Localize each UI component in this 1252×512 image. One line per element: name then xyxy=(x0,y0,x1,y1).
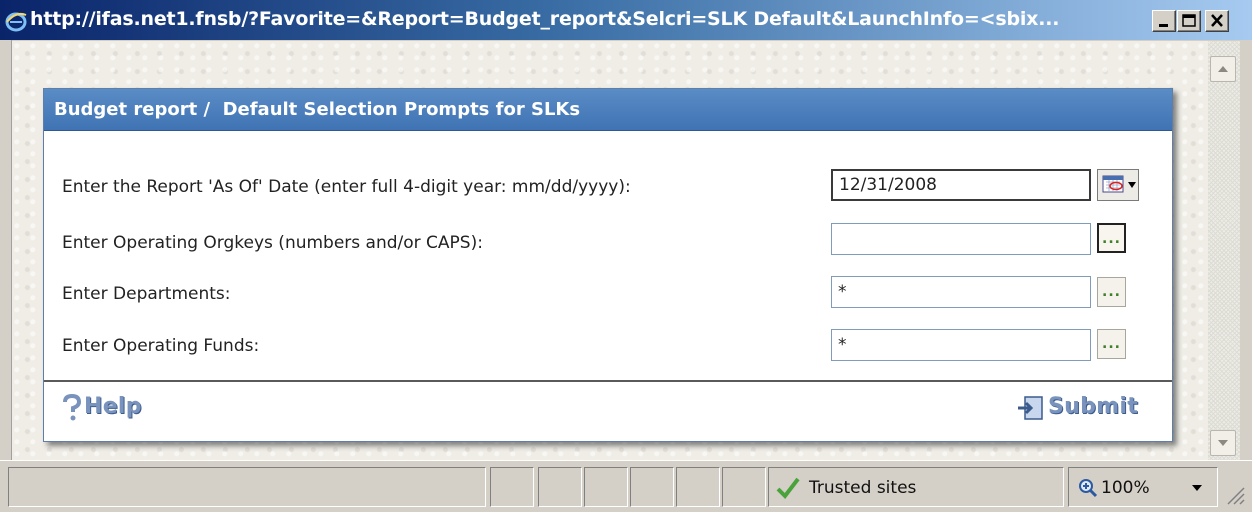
departments-lookup-button[interactable]: ... xyxy=(1097,277,1126,307)
close-icon xyxy=(1211,14,1223,27)
close-button[interactable] xyxy=(1205,10,1229,32)
status-pane xyxy=(630,467,674,507)
lookup-button-label: ... xyxy=(1102,231,1121,247)
window-frame-right xyxy=(1240,40,1252,460)
as-of-date-input[interactable] xyxy=(831,169,1091,201)
submit-label: Submit xyxy=(1048,394,1139,419)
selection-prompts-dialog: Budget report / Default Selection Prompt… xyxy=(43,88,1173,442)
scroll-up-button[interactable] xyxy=(1210,56,1236,82)
vertical-scrollbar[interactable] xyxy=(1208,41,1240,460)
title-bar: http://ifas.net1.fnsb/?Favorite=&Report=… xyxy=(0,0,1252,40)
funds-label: Enter Operating Funds: xyxy=(62,336,260,356)
status-pane xyxy=(490,467,534,507)
status-pane xyxy=(584,467,628,507)
status-pane xyxy=(676,467,720,507)
zoom-icon xyxy=(1079,479,1098,498)
orgkeys-lookup-button[interactable]: ... xyxy=(1097,223,1126,253)
window-frame-left xyxy=(0,40,12,460)
submit-icon xyxy=(1018,396,1043,420)
window-title: http://ifas.net1.fnsb/?Favorite=&Report=… xyxy=(30,8,1060,30)
zoom-level: 100% xyxy=(1101,478,1150,498)
status-pane xyxy=(538,467,582,507)
arrow-down-icon xyxy=(1218,440,1228,446)
chevron-down-icon xyxy=(1192,485,1202,491)
maximize-button[interactable] xyxy=(1177,10,1201,32)
scroll-down-button[interactable] xyxy=(1210,430,1236,456)
status-pane xyxy=(722,467,766,507)
dialog-header: Budget report / Default Selection Prompt… xyxy=(44,89,1172,131)
dialog-divider xyxy=(44,380,1172,382)
maximize-icon xyxy=(1182,14,1196,27)
lookup-button-label: ... xyxy=(1102,336,1121,352)
help-label: Help xyxy=(84,394,142,419)
security-zone-label: Trusted sites xyxy=(809,478,917,498)
ie-icon xyxy=(5,12,27,32)
departments-input[interactable] xyxy=(831,276,1091,308)
status-bar: Trusted sites 100% xyxy=(0,460,1252,512)
orgkeys-input[interactable] xyxy=(831,223,1091,255)
orgkeys-label: Enter Operating Orgkeys (numbers and/or … xyxy=(62,233,483,253)
funds-input[interactable] xyxy=(831,329,1091,361)
lookup-button-label: ... xyxy=(1102,284,1121,300)
calendar-icon xyxy=(1102,175,1136,193)
arrow-up-icon xyxy=(1218,66,1228,72)
check-icon xyxy=(776,477,800,500)
minimize-button[interactable] xyxy=(1152,10,1176,32)
calendar-button[interactable] xyxy=(1097,169,1139,201)
dialog-title: Budget report / Default Selection Prompt… xyxy=(54,99,581,120)
departments-label: Enter Departments: xyxy=(62,284,231,304)
funds-lookup-button[interactable]: ... xyxy=(1097,329,1126,359)
as-of-date-label: Enter the Report 'As Of' Date (enter ful… xyxy=(62,177,631,197)
minimize-icon xyxy=(1159,24,1168,27)
security-zone[interactable]: Trusted sites xyxy=(768,467,1064,507)
zoom-control[interactable]: 100% xyxy=(1068,467,1218,507)
help-icon xyxy=(63,393,82,421)
submit-link[interactable]: Submit xyxy=(1016,391,1156,425)
resize-grip-icon[interactable] xyxy=(1222,482,1246,506)
status-text-pane xyxy=(8,467,486,507)
